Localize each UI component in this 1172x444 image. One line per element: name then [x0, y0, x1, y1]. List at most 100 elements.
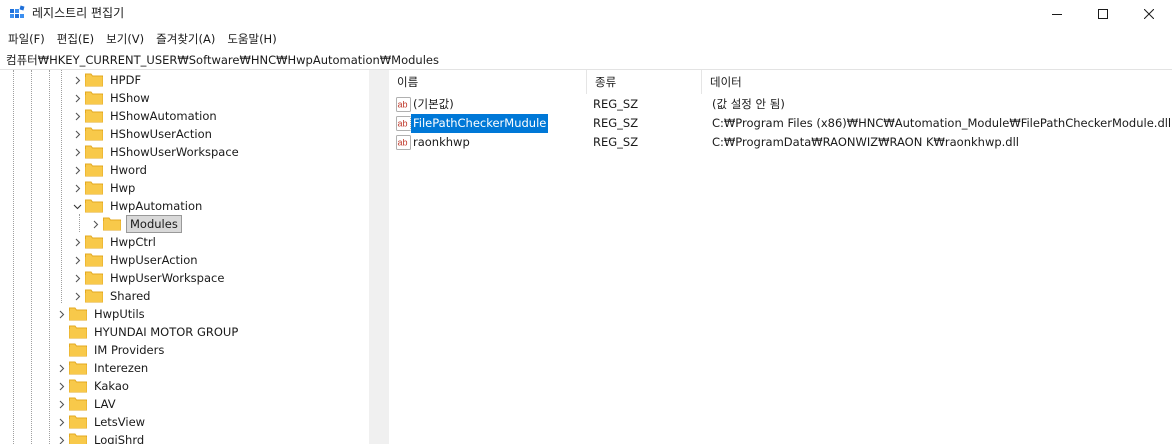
tree-item[interactable]: LogiShrd [55, 431, 146, 444]
folder-icon [69, 415, 87, 429]
tree-item-label: HShowUserWorkspace [110, 145, 239, 159]
tree-item[interactable]: HwpUtils [55, 305, 147, 323]
tree-item[interactable]: HShow [71, 89, 152, 107]
chevron-right-icon[interactable] [71, 251, 83, 269]
column-header-data[interactable]: 데이터 [702, 70, 1172, 94]
menu-bar: 파일(F) 편집(E) 보기(V) 즐겨찾기(A) 도움말(H) [0, 28, 1172, 49]
string-value-icon: ab [396, 135, 411, 150]
tree-item[interactable]: Shared [71, 287, 153, 305]
tree-guide-line [49, 70, 50, 444]
registry-editor-icon [10, 5, 25, 18]
menu-favorites[interactable]: 즐겨찾기(A) [150, 29, 221, 49]
value-list[interactable]: 이름 종류 데이터 ab (기본값) REG_SZ (값 설정 안 됨) ab FileP… [389, 70, 1172, 444]
value-row[interactable]: ab (기본값) REG_SZ (값 설정 안 됨) [389, 95, 1172, 114]
folder-icon [69, 433, 87, 444]
tree-scrollbar[interactable] [369, 70, 386, 444]
chevron-right-icon[interactable] [55, 359, 67, 377]
value-row[interactable]: ab FilePathCheckerMudule REG_SZ C:₩Program … [389, 113, 1172, 134]
tree-item-label: IM Providers [94, 343, 165, 357]
tree-item[interactable]: Kakao [55, 377, 131, 395]
tree-guide-line [79, 214, 80, 232]
tree-item-label: Interezen [94, 361, 149, 375]
tree-item-label: Shared [110, 289, 151, 303]
minimize-button[interactable] [1034, 0, 1080, 27]
string-value-icon: ab [396, 116, 411, 131]
chevron-right-icon[interactable] [89, 215, 101, 233]
tree-item[interactable]: HwpCtrl [71, 233, 158, 251]
chevron-down-icon[interactable] [71, 197, 83, 215]
folder-icon [69, 379, 87, 393]
value-name: FilePathCheckerMudule [409, 113, 550, 134]
tree-guide-line [13, 70, 14, 444]
window-title: 레지스트리 편집기 [32, 6, 125, 20]
tree-item[interactable]: HPDF [71, 71, 143, 89]
chevron-right-icon[interactable] [71, 179, 83, 197]
chevron-right-icon[interactable] [55, 377, 67, 395]
value-row[interactable]: ab raonkhwp REG_SZ C:₩ProgramData₩RAONWIZ₩R… [389, 133, 1172, 152]
folder-icon [85, 91, 103, 105]
value-data: (값 설정 안 됨) [712, 97, 785, 111]
tree-item[interactable]: HShowAutomation [71, 107, 219, 125]
tree-item-label: HYUNDAI MOTOR GROUP [94, 325, 239, 339]
folder-icon [85, 163, 103, 177]
chevron-right-icon[interactable] [55, 431, 67, 444]
tree-item[interactable]: HwpUserAction [71, 251, 200, 269]
maximize-button[interactable] [1080, 0, 1126, 27]
address-bar[interactable]: 컴퓨터₩HKEY_CURRENT_USER₩Software₩HNC₩HwpAu… [0, 50, 1172, 70]
tree-item-label: LetsView [94, 415, 146, 429]
chevron-right-icon[interactable] [55, 413, 67, 431]
tree-item[interactable]: IM Providers [55, 341, 166, 359]
menu-file[interactable]: 파일(F) [2, 29, 51, 49]
folder-icon [85, 235, 103, 249]
tree-item-label: HPDF [110, 73, 142, 87]
tree-item[interactable]: Hword [71, 161, 149, 179]
tree-item-label: HwpUtils [94, 307, 145, 321]
chevron-right-icon[interactable] [71, 161, 83, 179]
address-path[interactable]: 컴퓨터₩HKEY_CURRENT_USER₩Software₩HNC₩HwpAu… [6, 52, 439, 68]
chevron-right-icon[interactable] [71, 71, 83, 89]
menu-edit[interactable]: 편집(E) [51, 29, 100, 49]
svg-text:ab: ab [398, 138, 408, 148]
tree-item[interactable]: HShowUserWorkspace [71, 143, 241, 161]
chevron-right-icon [55, 341, 67, 359]
menu-help[interactable]: 도움말(H) [221, 29, 282, 49]
chevron-right-icon[interactable] [55, 395, 67, 413]
folder-icon [69, 361, 87, 375]
folder-icon [69, 307, 87, 321]
column-header-type[interactable]: 종류 [587, 70, 702, 94]
tree-item[interactable]: HYUNDAI MOTOR GROUP [55, 323, 240, 341]
minimize-icon [1052, 13, 1062, 15]
tree-item[interactable]: HShowUserAction [71, 125, 214, 143]
title-bar: 레지스트리 편집기 [0, 0, 1172, 27]
chevron-right-icon[interactable] [71, 287, 83, 305]
folder-icon [69, 325, 87, 339]
folder-icon [85, 73, 103, 87]
value-type: REG_SZ [593, 116, 639, 130]
tree-item-label: HShowUserAction [110, 127, 212, 141]
chevron-right-icon[interactable] [71, 107, 83, 125]
chevron-right-icon[interactable] [71, 125, 83, 143]
chevron-right-icon[interactable] [71, 89, 83, 107]
chevron-right-icon[interactable] [71, 143, 83, 161]
tree-item[interactable]: LetsView [55, 413, 147, 431]
folder-icon [85, 199, 103, 213]
chevron-right-icon[interactable] [71, 233, 83, 251]
menu-view[interactable]: 보기(V) [100, 29, 150, 49]
tree-item[interactable]: LAV [55, 395, 118, 413]
close-button[interactable] [1126, 0, 1172, 27]
chevron-right-icon[interactable] [71, 269, 83, 287]
tree-item[interactable]: Hwp [71, 179, 137, 197]
tree-item[interactable]: HwpAutomation [71, 197, 204, 215]
tree-item-label: LogiShrd [94, 433, 145, 444]
key-tree[interactable]: HPDF HShow HShowAutomation HShowUserAction H… [0, 70, 386, 444]
tree-item-label: Hwp [110, 181, 136, 195]
close-icon [1144, 8, 1154, 19]
chevron-right-icon[interactable] [55, 305, 67, 323]
tree-item[interactable]: HwpUserWorkspace [71, 269, 226, 287]
folder-icon [85, 109, 103, 123]
tree-item[interactable]: Interezen [55, 359, 150, 377]
column-header-name[interactable]: 이름 [389, 70, 587, 94]
folder-icon [69, 343, 87, 357]
folder-icon [85, 127, 103, 141]
tree-item[interactable]: Modules [89, 215, 182, 233]
